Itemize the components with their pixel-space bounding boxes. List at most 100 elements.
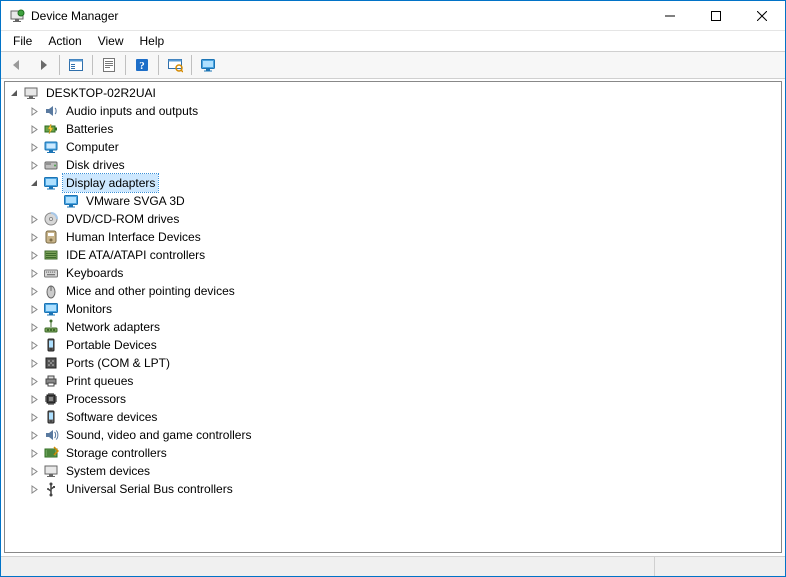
tree-item[interactable]: Audio inputs and outputs [5,102,781,120]
computer-icon [43,139,59,155]
tree-item-label: Mice and other pointing devices [63,282,238,300]
collapse-icon[interactable] [7,86,21,100]
scan-hardware-button[interactable] [163,53,187,77]
expand-icon[interactable] [27,464,41,478]
sound-icon [43,427,59,443]
display-icon [43,175,59,191]
menubar: File Action View Help [1,31,785,51]
monitor-button[interactable] [196,53,220,77]
statusbar [1,556,785,576]
expand-icon[interactable] [27,410,41,424]
tree-item[interactable]: Disk drives [5,156,781,174]
tree-item-label: Disk drives [63,156,128,174]
battery-icon [43,121,59,137]
expand-icon[interactable] [27,230,41,244]
monitor-icon [43,301,59,317]
statusbar-panel [1,557,655,576]
expand-icon[interactable] [27,482,41,496]
titlebar: Device Manager [1,1,785,31]
tree-item[interactable]: Processors [5,390,781,408]
collapse-icon[interactable] [27,176,41,190]
tree-item[interactable]: Print queues [5,372,781,390]
expand-icon[interactable] [27,374,41,388]
device-tree-panel[interactable]: DESKTOP-02R2UAI Audio inputs and outputs… [4,81,782,553]
port-icon [43,355,59,371]
expand-icon[interactable] [27,212,41,226]
expand-icon[interactable] [27,338,41,352]
tree-item-label: Audio inputs and outputs [63,102,201,120]
tree-item[interactable]: Network adapters [5,318,781,336]
help-button[interactable]: ? [130,53,154,77]
tree-item[interactable]: Mice and other pointing devices [5,282,781,300]
tree-item[interactable]: Display adapters [5,174,781,192]
forward-button[interactable] [31,53,55,77]
cpu-icon [43,391,59,407]
tree-item-label: DVD/CD-ROM drives [63,210,182,228]
portable-icon [43,337,59,353]
expand-icon[interactable] [27,122,41,136]
tree-child-item[interactable]: VMware SVGA 3D [5,192,781,210]
expand-icon[interactable] [27,284,41,298]
expand-icon[interactable] [27,302,41,316]
tree-item[interactable]: Storage controllers [5,444,781,462]
show-hide-console-tree-button[interactable] [64,53,88,77]
tree-item[interactable]: IDE ATA/ATAPI controllers [5,246,781,264]
expand-icon[interactable] [27,356,41,370]
tree-child-label: VMware SVGA 3D [83,192,188,210]
svg-text:?: ? [139,60,145,72]
tree-item-label: Keyboards [63,264,126,282]
menu-file[interactable]: File [5,32,40,50]
expand-icon[interactable] [27,158,41,172]
storage-icon [43,445,59,461]
tree-item-label: Portable Devices [63,336,160,354]
expand-icon[interactable] [27,428,41,442]
computer-icon [23,85,39,101]
tree-item[interactable]: Portable Devices [5,336,781,354]
properties-button[interactable] [97,53,121,77]
tree-item[interactable]: Ports (COM & LPT) [5,354,781,372]
expand-icon[interactable] [27,140,41,154]
menu-view[interactable]: View [90,32,132,50]
device-tree: DESKTOP-02R2UAI Audio inputs and outputs… [5,84,781,498]
expand-icon[interactable] [27,248,41,262]
tree-item-label: Computer [63,138,122,156]
tree-item-label: Storage controllers [63,444,170,462]
tree-item[interactable]: Batteries [5,120,781,138]
tree-item[interactable]: System devices [5,462,781,480]
tree-item[interactable]: Monitors [5,300,781,318]
tree-item-label: Display adapters [63,174,158,192]
minimize-button[interactable] [647,1,693,31]
expand-icon[interactable] [27,320,41,334]
menu-action[interactable]: Action [40,32,89,50]
tree-item-label: System devices [63,462,153,480]
tree-item[interactable]: Software devices [5,408,781,426]
expand-icon[interactable] [27,266,41,280]
software-icon [43,409,59,425]
expand-icon[interactable] [27,104,41,118]
expand-icon[interactable] [27,392,41,406]
dvd-icon [43,211,59,227]
tree-item-label: Universal Serial Bus controllers [63,480,236,498]
tree-root[interactable]: DESKTOP-02R2UAI [5,84,781,102]
tree-root-label: DESKTOP-02R2UAI [43,84,159,102]
network-icon [43,319,59,335]
tree-item-label: Print queues [63,372,136,390]
menu-help[interactable]: Help [132,32,173,50]
tree-item[interactable]: Human Interface Devices [5,228,781,246]
app-icon [9,8,25,24]
toolbar-separator [59,55,60,75]
maximize-button[interactable] [693,1,739,31]
tree-item[interactable]: Keyboards [5,264,781,282]
tree-item-label: Processors [63,390,129,408]
back-button[interactable] [5,53,29,77]
tree-item[interactable]: Computer [5,138,781,156]
tree-item[interactable]: Universal Serial Bus controllers [5,480,781,498]
toolbar-separator [125,55,126,75]
expand-icon[interactable] [27,446,41,460]
tree-item-label: Sound, video and game controllers [63,426,254,444]
tree-item[interactable]: DVD/CD-ROM drives [5,210,781,228]
close-button[interactable] [739,1,785,31]
ide-icon [43,247,59,263]
mouse-icon [43,283,59,299]
tree-item[interactable]: Sound, video and game controllers [5,426,781,444]
